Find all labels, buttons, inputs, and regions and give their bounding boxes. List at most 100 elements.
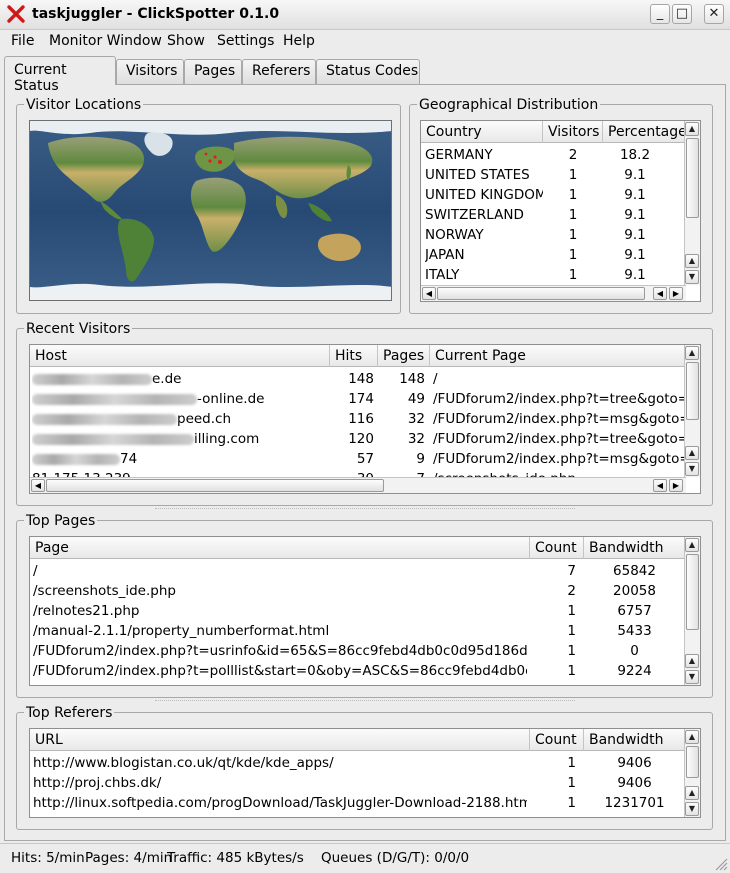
percentage-cell: 9.1 bbox=[624, 207, 646, 223]
recent-horizontal-scrollbar[interactable]: ◀ ◀ ▶ bbox=[30, 477, 686, 493]
pages-vertical-scrollbar[interactable]: ▲ ▲ ▼ bbox=[684, 537, 700, 685]
scroll-down-button[interactable]: ▼ bbox=[685, 670, 699, 684]
menu-help[interactable]: Help bbox=[283, 33, 315, 49]
scroll-down-button[interactable]: ▼ bbox=[685, 270, 699, 284]
visitor-row[interactable]: 74 57 9/FUDforum2/index.php?t=msg&goto=643 bbox=[30, 449, 685, 469]
column-header-percentage[interactable]: Percentage bbox=[603, 121, 685, 143]
geo-row[interactable]: ITALY 1 9.1 bbox=[421, 265, 700, 285]
scroll-up-button[interactable]: ▲ bbox=[685, 254, 699, 268]
hits-cell: 116 bbox=[348, 411, 374, 427]
tab-status-codes[interactable]: Status Codes bbox=[316, 59, 420, 84]
scroll-up-button[interactable]: ▲ bbox=[685, 346, 699, 360]
column-header-page[interactable]: Page bbox=[30, 537, 530, 559]
splitter-handle[interactable] bbox=[155, 508, 575, 512]
scroll-up-button[interactable]: ▲ bbox=[685, 730, 699, 744]
visitors-cell: 1 bbox=[568, 247, 578, 263]
geo-row[interactable]: NORWAY 1 9.1 bbox=[421, 225, 700, 245]
referer-row[interactable]: http://linux.softpedia.com/progDownload/… bbox=[30, 793, 685, 813]
status-traffic: Traffic: 485 kBytes/s bbox=[167, 850, 304, 866]
referer-row[interactable]: http://www.blogistan.co.uk/qt/kde/kde_ap… bbox=[30, 753, 685, 773]
world-map[interactable] bbox=[29, 120, 392, 301]
scroll-thumb[interactable] bbox=[686, 554, 699, 630]
scroll-thumb[interactable] bbox=[46, 479, 384, 492]
referer-row[interactable]: http://proj.chbs.dk/1 9406 bbox=[30, 773, 685, 793]
page-row[interactable]: /relnotes21.php 1 6757 bbox=[30, 601, 685, 621]
page-row[interactable]: /manual-2.1.1/property_numberformat.html… bbox=[30, 621, 685, 641]
page-row[interactable]: /screenshots_ide.php 2 20058 bbox=[30, 581, 685, 601]
tab-pages[interactable]: Pages bbox=[184, 59, 242, 84]
scroll-up-button[interactable]: ▲ bbox=[685, 538, 699, 552]
menu-settings[interactable]: Settings bbox=[217, 33, 274, 49]
pages-cell: 32 bbox=[407, 411, 425, 427]
maximize-button[interactable]: □ bbox=[672, 4, 692, 24]
column-header-pages[interactable]: Pages bbox=[378, 345, 430, 367]
pages-cell: 49 bbox=[407, 391, 425, 407]
tab-referers[interactable]: Referers bbox=[242, 59, 316, 84]
column-header-url[interactable]: URL bbox=[30, 729, 530, 751]
page-row[interactable]: / 7 65842 bbox=[30, 561, 685, 581]
scroll-left-button[interactable]: ◀ bbox=[653, 287, 667, 300]
visitor-row[interactable]: e.de 148 148 / bbox=[30, 369, 685, 389]
column-header-count[interactable]: Count bbox=[530, 537, 584, 559]
column-header-count[interactable]: Count bbox=[530, 729, 584, 751]
scroll-down-button[interactable]: ▼ bbox=[685, 802, 699, 816]
column-header-visitors[interactable]: Visitors bbox=[543, 121, 603, 143]
geo-row[interactable]: JAPAN 1 9.1 bbox=[421, 245, 700, 265]
menu-monitor-window[interactable]: Monitor Window bbox=[49, 33, 162, 49]
close-button[interactable]: ✕ bbox=[704, 4, 724, 24]
host-cell: -online.de bbox=[32, 389, 328, 409]
tab-current-status[interactable]: Current Status bbox=[4, 56, 116, 94]
scroll-left-button[interactable]: ◀ bbox=[653, 479, 667, 492]
column-header-country[interactable]: Country bbox=[421, 121, 543, 143]
page-row[interactable]: /FUDforum2/index.php?t=polllist&start=0&… bbox=[30, 661, 685, 681]
column-header-bandwidth[interactable]: Bandwidth bbox=[584, 537, 685, 559]
visitors-cell: 1 bbox=[568, 267, 578, 283]
column-header-bandwidth[interactable]: Bandwidth bbox=[584, 729, 685, 751]
menu-show[interactable]: Show bbox=[167, 33, 205, 49]
percentage-cell: 9.1 bbox=[624, 187, 646, 203]
visitor-row[interactable]: -online.de 174 49/FUDforum2/index.php?t=tr… bbox=[30, 389, 685, 409]
bandwidth-cell: 9406 bbox=[617, 755, 652, 771]
visitor-row[interactable]: illing.com 120 32/FUDforum2/index.php?t=tr… bbox=[30, 429, 685, 449]
scroll-up-button[interactable]: ▲ bbox=[685, 786, 699, 800]
scroll-up-button[interactable]: ▲ bbox=[685, 654, 699, 668]
geo-row[interactable]: UNITED KINGDOM 1 9.1 bbox=[421, 185, 700, 205]
scroll-left-button[interactable]: ◀ bbox=[422, 287, 436, 300]
scroll-right-button[interactable]: ▶ bbox=[669, 287, 683, 300]
column-header-current-page[interactable]: Current Page bbox=[430, 345, 685, 367]
scroll-thumb[interactable] bbox=[686, 138, 699, 218]
bandwidth-cell: 9224 bbox=[617, 663, 652, 679]
geo-row[interactable]: SWITZERLAND 1 9.1 bbox=[421, 205, 700, 225]
column-header-host[interactable]: Host bbox=[30, 345, 330, 367]
scroll-down-button[interactable]: ▼ bbox=[685, 462, 699, 476]
geo-row[interactable]: GERMANY 2 18.2 bbox=[421, 145, 700, 165]
geo-horizontal-scrollbar[interactable]: ◀ ◀ ▶ bbox=[421, 285, 686, 301]
count-cell: 1 bbox=[567, 643, 576, 659]
minimize-button[interactable]: _ bbox=[650, 4, 670, 24]
geo-vertical-scrollbar[interactable]: ▲ ▲ ▼ bbox=[684, 121, 700, 285]
menu-file[interactable]: File bbox=[11, 33, 34, 49]
column-header-hits[interactable]: Hits bbox=[330, 345, 378, 367]
scroll-right-button[interactable]: ▶ bbox=[669, 479, 683, 492]
scroll-up-button[interactable]: ▲ bbox=[685, 446, 699, 460]
page-row[interactable]: /FUDforum2/index.php?t=usrinfo&id=65&S=8… bbox=[30, 641, 685, 661]
scroll-thumb[interactable] bbox=[686, 362, 699, 420]
scroll-thumb[interactable] bbox=[686, 746, 699, 778]
bandwidth-cell: 9406 bbox=[584, 813, 685, 817]
referers-vertical-scrollbar[interactable]: ▲ ▲ ▼ bbox=[684, 729, 700, 817]
bandwidth-cell: 1231701 bbox=[604, 795, 665, 811]
referer-row[interactable]: http://www.kde-apps.org/1 9406 bbox=[30, 813, 685, 817]
scroll-up-button[interactable]: ▲ bbox=[685, 122, 699, 136]
recent-vertical-scrollbar[interactable]: ▲ ▲ ▼ bbox=[684, 345, 700, 477]
scroll-left-button[interactable]: ◀ bbox=[31, 479, 45, 492]
visitor-row[interactable]: peed.ch 116 32/FUDforum2/index.php?t=msg&g… bbox=[30, 409, 685, 429]
country-cell: NORWAY bbox=[425, 227, 484, 243]
geo-row[interactable]: UNITED STATES 1 9.1 bbox=[421, 165, 700, 185]
visitor-marker bbox=[204, 152, 208, 156]
resize-grip-icon[interactable] bbox=[712, 855, 728, 871]
tab-visitors[interactable]: Visitors bbox=[116, 59, 184, 84]
scroll-thumb[interactable] bbox=[437, 287, 645, 300]
url-cell: http://www.blogistan.co.uk/qt/kde/kde_ap… bbox=[33, 755, 334, 771]
host-cell: illing.com bbox=[32, 429, 328, 449]
splitter-handle[interactable] bbox=[155, 700, 575, 704]
